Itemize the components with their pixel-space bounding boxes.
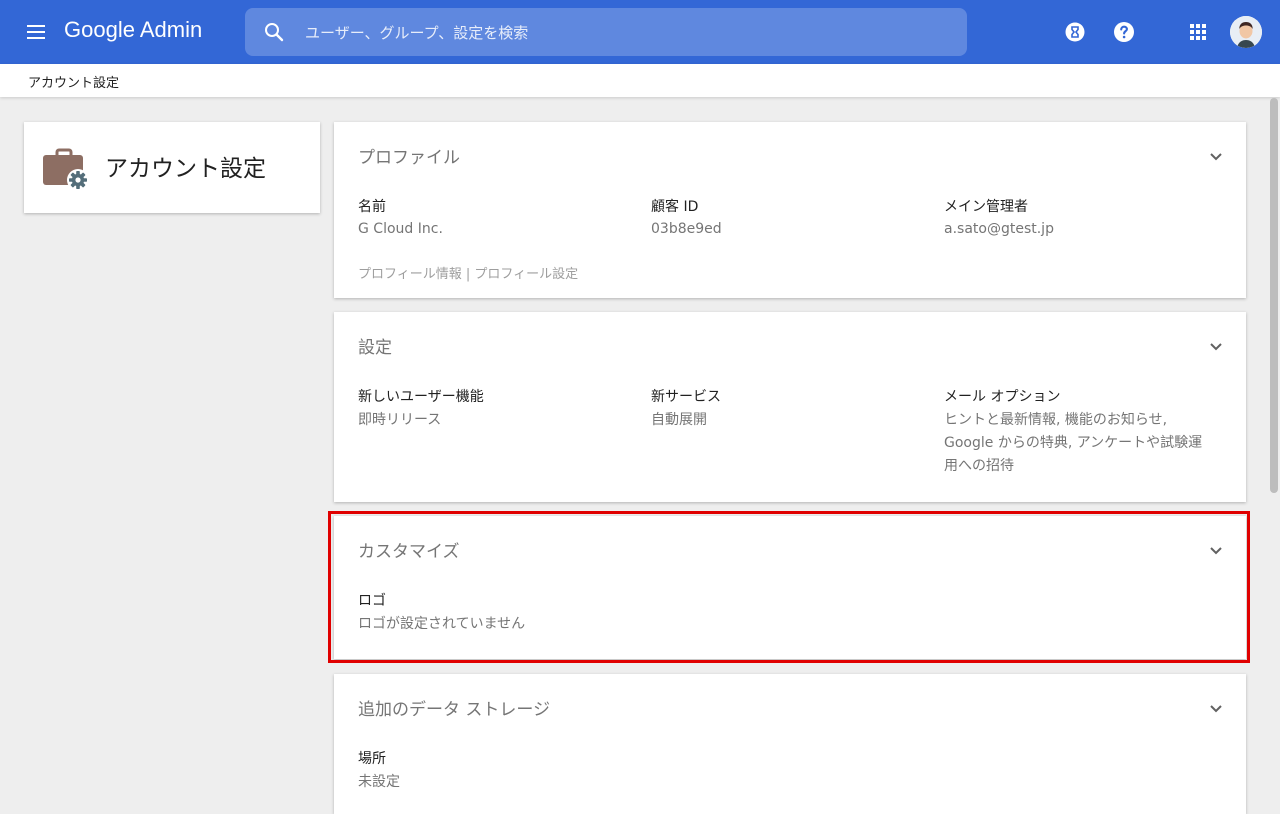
chevron-down-icon[interactable] [1204,334,1228,358]
field-label: 新しいユーザー機能 [358,389,484,405]
page-title: アカウント設定 [105,156,266,182]
profile-info-link[interactable]: プロフィール情報 [358,267,462,282]
profile-card-header[interactable]: プロファイル [334,122,1246,182]
profile-links: プロフィール情報 | プロフィール設定 [358,263,578,282]
section-header-card: アカウント設定 [24,122,320,213]
avatar[interactable] [1230,16,1262,48]
search-box[interactable] [245,8,967,58]
search-icon [265,23,284,42]
field-value: ロゴが設定されていません [358,616,526,632]
field-value: a.sato@gtest.jp [944,221,1054,237]
scrollbar-thumb[interactable] [1270,98,1278,493]
card-title: 追加のデータ ストレージ [358,700,551,720]
profile-card: プロファイル 名前 G Cloud Inc. 顧客 ID 03b8e9ed メイ… [334,122,1246,298]
value-line: ヒントと最新情報, 機能のお知らせ, [944,412,1168,428]
field-label: ロゴ [358,593,386,609]
settings-card: 設定 新しいユーザー機能 即時リリース 新サービス 自動展開 メール オプション… [334,312,1246,502]
field-label: 新サービス [651,389,721,405]
field-value: 未設定 [358,774,400,790]
card-title: プロファイル [358,148,460,168]
value-line: 用への招待 [944,458,1014,474]
link-separator: | [461,267,475,282]
field-label: 場所 [358,751,386,767]
field-value: 03b8e9ed [651,221,722,237]
field-value: 即時リリース [358,412,442,428]
chevron-down-icon[interactable] [1204,696,1228,720]
breadcrumb: アカウント設定 [0,64,1280,97]
app-logo[interactable]: Google Admin [64,17,202,43]
storage-card-header[interactable]: 追加のデータ ストレージ [334,674,1246,734]
card-title: カスタマイズ [358,542,460,562]
chevron-down-icon[interactable] [1204,144,1228,168]
field-label: メール オプション [944,389,1061,405]
customize-card: カスタマイズ ロゴ ロゴが設定されていません [334,516,1246,659]
menu-icon[interactable] [24,20,48,44]
field-label: 顧客 ID [651,199,699,215]
card-title: 設定 [358,338,392,358]
help-icon[interactable] [1112,20,1136,44]
chevron-down-icon[interactable] [1204,538,1228,562]
briefcase-gear-icon [43,148,89,191]
profile-settings-link[interactable]: プロフィール設定 [474,267,578,282]
search-input[interactable] [303,8,947,58]
storage-card: 追加のデータ ストレージ 場所 未設定 [334,674,1246,814]
settings-card-header[interactable]: 設定 [334,312,1246,372]
field-label: 名前 [358,199,386,215]
top-app-bar: Google Admin [0,0,1280,64]
field-value: ヒントと最新情報, 機能のお知らせ, Google からの特典, アンケートや試… [944,409,1229,478]
value-line: Google からの特典, アンケートや試験運 [944,435,1203,451]
apps-grid-icon[interactable] [1186,20,1210,44]
field-value: 自動展開 [651,412,707,428]
field-value: G Cloud Inc. [358,221,443,237]
hourglass-icon[interactable] [1063,20,1087,44]
customize-card-header[interactable]: カスタマイズ [334,516,1246,576]
breadcrumb-current: アカウント設定 [28,76,120,91]
field-label: メイン管理者 [944,199,1028,215]
